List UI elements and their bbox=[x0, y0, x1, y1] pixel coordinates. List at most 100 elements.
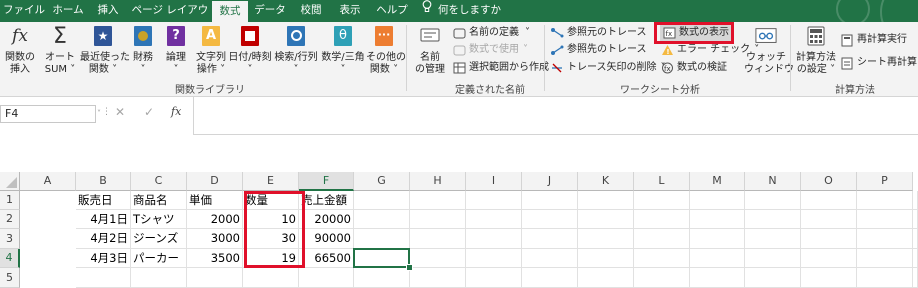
cell-m4[interactable] bbox=[745, 249, 801, 268]
cell-c4[interactable]: 3500 bbox=[187, 249, 243, 268]
tab-file[interactable]: ファイル bbox=[2, 0, 46, 22]
cell-i2[interactable] bbox=[522, 210, 578, 229]
column-header-o[interactable]: O bbox=[801, 172, 857, 191]
cell-l3[interactable] bbox=[690, 229, 745, 249]
cell-h5[interactable] bbox=[466, 268, 522, 288]
resize-dots-icon[interactable]: ⋮ bbox=[102, 107, 111, 117]
row-header-2[interactable]: 2 bbox=[0, 210, 20, 229]
cell-l4[interactable] bbox=[690, 249, 745, 268]
tab-insert[interactable]: 挿入 bbox=[92, 0, 124, 22]
cell-p1[interactable] bbox=[913, 191, 918, 210]
cell-j4[interactable] bbox=[578, 249, 634, 268]
name-box-dropdown-icon[interactable]: ˅ bbox=[97, 109, 101, 119]
cell-g3[interactable] bbox=[410, 229, 466, 249]
cell-i3[interactable] bbox=[522, 229, 578, 249]
cell-e1[interactable]: 売上金額 bbox=[299, 191, 354, 210]
cell-h1[interactable] bbox=[466, 191, 522, 210]
row-header-5[interactable]: 5 bbox=[0, 268, 20, 288]
cell-g5[interactable] bbox=[410, 268, 466, 288]
cell-b3[interactable]: ジーンズ bbox=[131, 229, 187, 249]
cell-e2[interactable]: 20000 bbox=[299, 210, 354, 229]
cell-n4[interactable] bbox=[801, 249, 857, 268]
cell-o3[interactable] bbox=[857, 229, 913, 249]
cell-p4[interactable] bbox=[913, 249, 918, 268]
column-header-n[interactable]: N bbox=[745, 172, 801, 191]
cell-o4[interactable] bbox=[857, 249, 913, 268]
cell-k5[interactable] bbox=[634, 268, 690, 288]
cell-o1[interactable] bbox=[857, 191, 913, 210]
remove-arrows-button[interactable]: トレース矢印の削除 ˅ bbox=[550, 60, 666, 76]
cell-g4[interactable] bbox=[410, 249, 466, 268]
cell-c3[interactable]: 3000 bbox=[187, 229, 243, 249]
trace-dependents-button[interactable]: 参照先のトレース bbox=[550, 42, 647, 58]
cell-f3[interactable] bbox=[354, 229, 410, 249]
tab-review[interactable]: 校閲 bbox=[294, 0, 328, 22]
formula-input[interactable] bbox=[193, 97, 918, 135]
cell-b2[interactable]: Tシャツ bbox=[131, 210, 187, 229]
cell-a3[interactable]: 4月2日 bbox=[76, 229, 131, 249]
cell-b5[interactable] bbox=[131, 268, 187, 288]
cell-c5[interactable] bbox=[187, 268, 243, 288]
evaluate-formula-button[interactable]: fx 数式の検証 bbox=[660, 60, 727, 76]
cell-n5[interactable] bbox=[801, 268, 857, 288]
calculate-sheet-button[interactable]: シート再計算 bbox=[840, 55, 917, 71]
cell-a5[interactable] bbox=[76, 268, 131, 288]
cell-j2[interactable] bbox=[578, 210, 634, 229]
calculate-now-button[interactable]: 再計算実行 bbox=[840, 32, 907, 48]
cell-e5[interactable] bbox=[299, 268, 354, 288]
cell-k2[interactable] bbox=[634, 210, 690, 229]
cell-p2[interactable] bbox=[913, 210, 918, 229]
column-header-b[interactable]: B bbox=[76, 172, 131, 191]
column-header-m[interactable]: M bbox=[690, 172, 745, 191]
cell-k4[interactable] bbox=[634, 249, 690, 268]
column-header-j[interactable]: J bbox=[522, 172, 578, 191]
column-header-d[interactable]: D bbox=[187, 172, 243, 191]
cell-h4[interactable] bbox=[466, 249, 522, 268]
cell-b1[interactable]: 商品名 bbox=[131, 191, 187, 210]
cell-h2[interactable] bbox=[466, 210, 522, 229]
select-all-corner[interactable] bbox=[0, 172, 20, 191]
column-header-i[interactable]: I bbox=[466, 172, 522, 191]
fill-handle[interactable] bbox=[406, 264, 413, 271]
cell-j1[interactable] bbox=[578, 191, 634, 210]
column-header-p[interactable]: P bbox=[857, 172, 913, 191]
more-functions-button[interactable]: ··· その他の 関数 ˅ bbox=[366, 22, 406, 78]
cell-a1[interactable]: 販売日 bbox=[76, 191, 131, 210]
column-header-c[interactable]: C bbox=[131, 172, 187, 191]
row-header-3[interactable]: 3 bbox=[0, 229, 20, 249]
cell-a4[interactable]: 4月3日 bbox=[76, 249, 131, 268]
cell-m3[interactable] bbox=[745, 229, 801, 249]
cell-f1[interactable] bbox=[354, 191, 410, 210]
math-trig-button[interactable]: θ 数学/三角 ˅ bbox=[320, 22, 366, 78]
recently-used-button[interactable]: ★ 最近使った 関数 ˅ bbox=[80, 22, 130, 78]
define-name-button[interactable]: 名前の定義 ˅ bbox=[452, 25, 530, 41]
worksheet-grid[interactable]: ABCDEFGHIJKLMNOP 12345 販売日 商品名 単価 数量 売上金額 4月1… bbox=[0, 172, 918, 288]
enter-icon[interactable]: ✓ bbox=[144, 105, 154, 119]
cell-n2[interactable] bbox=[801, 210, 857, 229]
tab-help[interactable]: ヘルプ bbox=[372, 0, 412, 22]
cell-m1[interactable] bbox=[745, 191, 801, 210]
cell-i5[interactable] bbox=[522, 268, 578, 288]
tab-data[interactable]: データ bbox=[252, 0, 288, 22]
use-in-formula-button[interactable]: 数式で使用 ˅ bbox=[452, 42, 528, 58]
cell-d5[interactable] bbox=[243, 268, 299, 288]
date-time-button[interactable]: 日付/時刻 ˅ bbox=[228, 22, 272, 78]
cell-l5[interactable] bbox=[690, 268, 745, 288]
cell-i1[interactable] bbox=[522, 191, 578, 210]
cell-o5[interactable] bbox=[857, 268, 913, 288]
cell-i4[interactable] bbox=[522, 249, 578, 268]
cell-a2[interactable]: 4月1日 bbox=[76, 210, 131, 229]
cell-g2[interactable] bbox=[410, 210, 466, 229]
insert-function-button[interactable]: fx 関数の 挿入 bbox=[2, 22, 38, 78]
column-header-k[interactable]: K bbox=[578, 172, 634, 191]
tell-me-search[interactable]: 何をしますか bbox=[422, 0, 501, 22]
cell-m5[interactable] bbox=[745, 268, 801, 288]
column-header-l[interactable]: L bbox=[634, 172, 690, 191]
cell-j5[interactable] bbox=[578, 268, 634, 288]
cell-c2[interactable]: 2000 bbox=[187, 210, 243, 229]
cell-b4[interactable]: パーカー bbox=[131, 249, 187, 268]
cell-k1[interactable] bbox=[634, 191, 690, 210]
lookup-reference-button[interactable]: 検索/行列 ˅ bbox=[272, 22, 320, 78]
watch-window-button[interactable]: ウォッチ ウィンドウ bbox=[744, 22, 794, 78]
cell-c1[interactable]: 単価 bbox=[187, 191, 243, 210]
